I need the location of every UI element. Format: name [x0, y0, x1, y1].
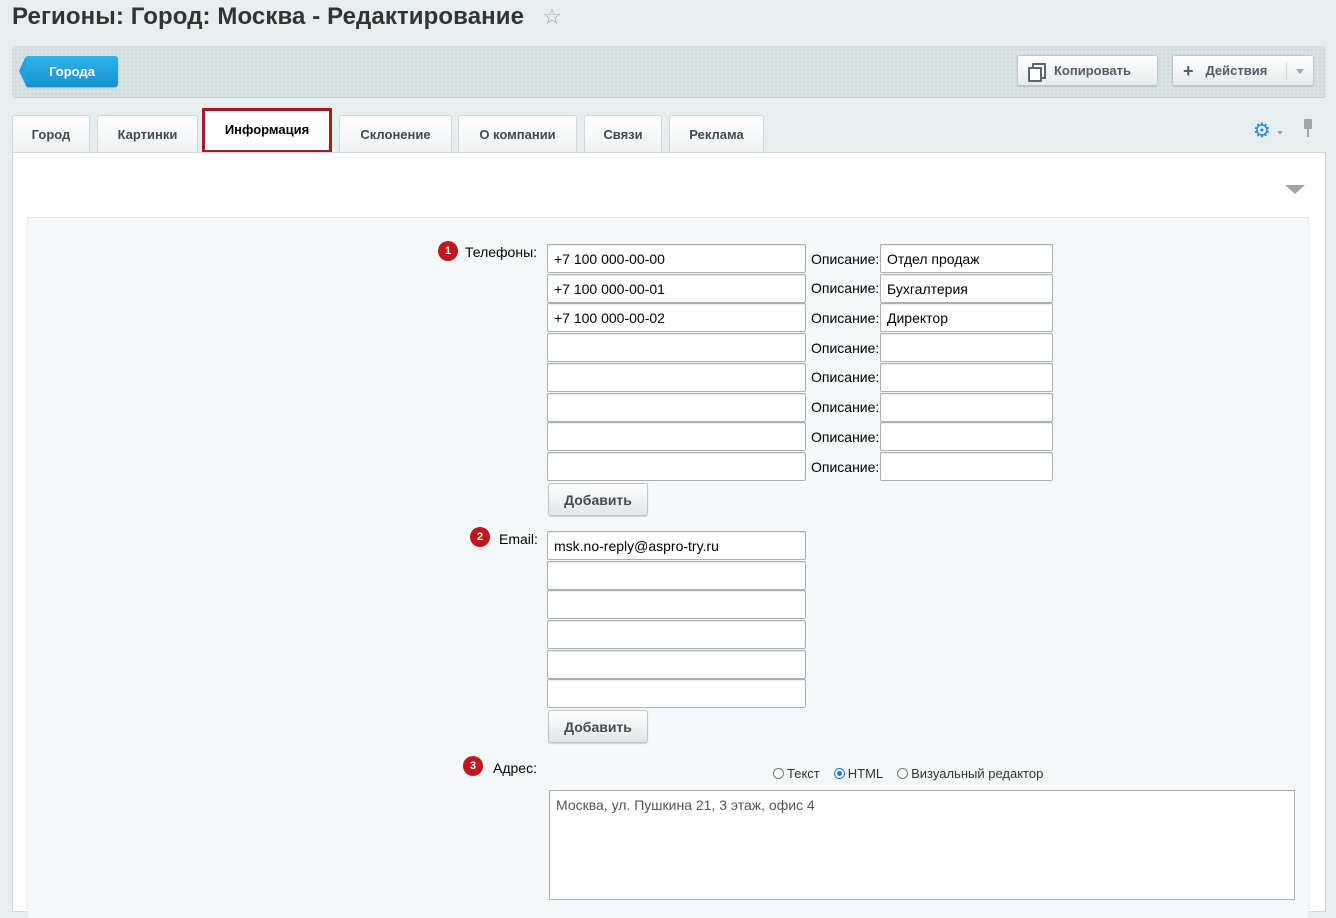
- add-phone-button[interactable]: Добавить: [548, 483, 648, 516]
- phone-description-input[interactable]: [880, 333, 1053, 362]
- description-label: Описание:: [811, 340, 880, 356]
- tab-ads[interactable]: Реклама: [669, 115, 764, 152]
- toolbar: Города Копировать + Действия: [12, 46, 1326, 98]
- description-label: Описание:: [811, 459, 880, 475]
- phone-input[interactable]: [547, 303, 806, 332]
- email-input[interactable]: [547, 679, 806, 708]
- address-label: Адрес:: [493, 760, 537, 776]
- radio-text[interactable]: Текст: [773, 766, 820, 781]
- chevron-down-icon[interactable]: [1296, 69, 1304, 74]
- email-label: Email:: [499, 531, 538, 547]
- back-to-cities-button[interactable]: Города: [19, 56, 118, 87]
- phone-description-input[interactable]: [880, 393, 1053, 422]
- description-label: Описание:: [811, 429, 880, 445]
- tab-pictures[interactable]: Картинки: [97, 115, 198, 152]
- phone-description-input[interactable]: [880, 274, 1053, 303]
- actions-button[interactable]: + Действия: [1172, 55, 1314, 86]
- actions-button-label: Действия: [1205, 63, 1268, 78]
- plus-icon: +: [1183, 60, 1194, 81]
- phone-input[interactable]: [547, 333, 806, 362]
- tab-about-company[interactable]: О компании: [458, 115, 577, 152]
- radio-label: HTML: [847, 766, 884, 781]
- email-input[interactable]: [547, 620, 806, 649]
- radio-label: Текст: [787, 766, 820, 781]
- address-textarea[interactable]: Москва, ул. Пушкина 21, 3 этаж, офис 4: [549, 790, 1295, 900]
- collapse-arrow-icon[interactable]: [1285, 185, 1305, 194]
- phone-description-input[interactable]: [880, 452, 1053, 481]
- tab-information[interactable]: Информация: [202, 108, 332, 153]
- add-email-button[interactable]: Добавить: [548, 710, 648, 743]
- phone-input[interactable]: [547, 244, 806, 273]
- field-number-badge: 2: [470, 527, 490, 547]
- pin-icon[interactable]: [1302, 119, 1314, 139]
- phone-input[interactable]: [547, 393, 806, 422]
- phone-input[interactable]: [547, 363, 806, 392]
- field-number-badge: 1: [438, 241, 458, 261]
- tab-bar: Город Картинки Информация Склонение О ко…: [12, 108, 1326, 154]
- chevron-down-icon[interactable]: [1277, 131, 1283, 135]
- copy-icon: [1028, 62, 1046, 82]
- email-input[interactable]: [547, 561, 806, 590]
- description-label: Описание:: [811, 280, 880, 296]
- radio-button[interactable]: [833, 768, 845, 779]
- phone-description-input[interactable]: [880, 422, 1053, 451]
- phone-description-input[interactable]: [880, 244, 1053, 273]
- phones-label: Телефоны:: [465, 244, 538, 260]
- gear-icon[interactable]: ⚙: [1253, 121, 1271, 141]
- copy-button-label: Копировать: [1054, 63, 1132, 78]
- description-label: Описание:: [811, 369, 880, 385]
- tab-declension[interactable]: Склонение: [339, 115, 452, 152]
- phone-description-input[interactable]: [880, 363, 1053, 392]
- email-input[interactable]: [547, 650, 806, 679]
- star-icon[interactable]: ☆: [542, 6, 562, 28]
- description-label: Описание:: [811, 310, 880, 326]
- radio-label: Визуальный редактор: [911, 766, 1044, 781]
- radio-visual-editor[interactable]: Визуальный редактор: [897, 766, 1043, 781]
- copy-button[interactable]: Копировать: [1017, 55, 1158, 86]
- phone-input[interactable]: [547, 274, 806, 303]
- description-label: Описание:: [811, 251, 880, 267]
- divider: [1286, 62, 1287, 80]
- address-mode-selector: Текст HTML Визуальный редактор: [773, 766, 1057, 781]
- tab-links[interactable]: Связи: [584, 115, 662, 152]
- phone-description-input[interactable]: [880, 303, 1053, 332]
- title-bar: Регионы: Город: Москва - Редактирование …: [12, 2, 562, 32]
- email-input[interactable]: [547, 590, 806, 619]
- field-number-badge: 3: [463, 756, 483, 776]
- radio-html[interactable]: HTML: [833, 766, 884, 781]
- radio-button[interactable]: [897, 768, 909, 779]
- phone-input[interactable]: [547, 422, 806, 451]
- radio-button[interactable]: [773, 768, 784, 779]
- email-input[interactable]: [547, 531, 806, 560]
- tab-city[interactable]: Город: [12, 115, 90, 152]
- phone-input[interactable]: [547, 452, 806, 481]
- page-title: Регионы: Город: Москва - Редактирование: [12, 3, 525, 30]
- description-label: Описание:: [811, 399, 880, 415]
